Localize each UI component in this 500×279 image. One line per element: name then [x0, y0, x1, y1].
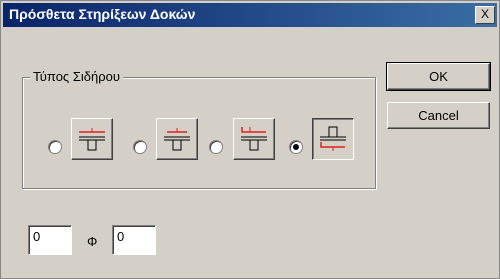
iron-type-radio-4[interactable] [289, 140, 303, 154]
close-button[interactable]: X [475, 6, 495, 24]
ok-button[interactable]: OK [386, 62, 491, 91]
rebar-bottom-icon [320, 126, 346, 151]
iron-type-radio-1[interactable] [48, 140, 62, 154]
dialog-window: Πρόσθετα Στηρίξεων Δοκών X Τύπος Σιδήρου [0, 0, 500, 279]
left-value-field[interactable]: 0 [28, 225, 72, 255]
rebar-top-short-icon [164, 128, 190, 151]
title-bar: Πρόσθετα Στηρίξεων Δοκών X [3, 3, 497, 27]
iron-type-button-3[interactable] [233, 118, 275, 160]
iron-type-button-2[interactable] [156, 118, 198, 160]
iron-type-radio-2[interactable] [133, 140, 147, 154]
rebar-top-icon [79, 128, 105, 151]
iron-type-label: Τύπος Σιδήρου [30, 69, 123, 84]
iron-type-button-4[interactable] [312, 118, 354, 160]
iron-type-button-1[interactable] [71, 118, 113, 160]
dialog-title: Πρόσθετα Στηρίξεων Δοκών [9, 6, 196, 22]
iron-type-radio-3[interactable] [209, 140, 223, 154]
phi-label: Φ [87, 234, 98, 249]
rebar-top-hook-icon [241, 127, 267, 151]
cancel-button[interactable]: Cancel [387, 102, 490, 129]
right-value-field[interactable]: 0 [112, 225, 156, 255]
